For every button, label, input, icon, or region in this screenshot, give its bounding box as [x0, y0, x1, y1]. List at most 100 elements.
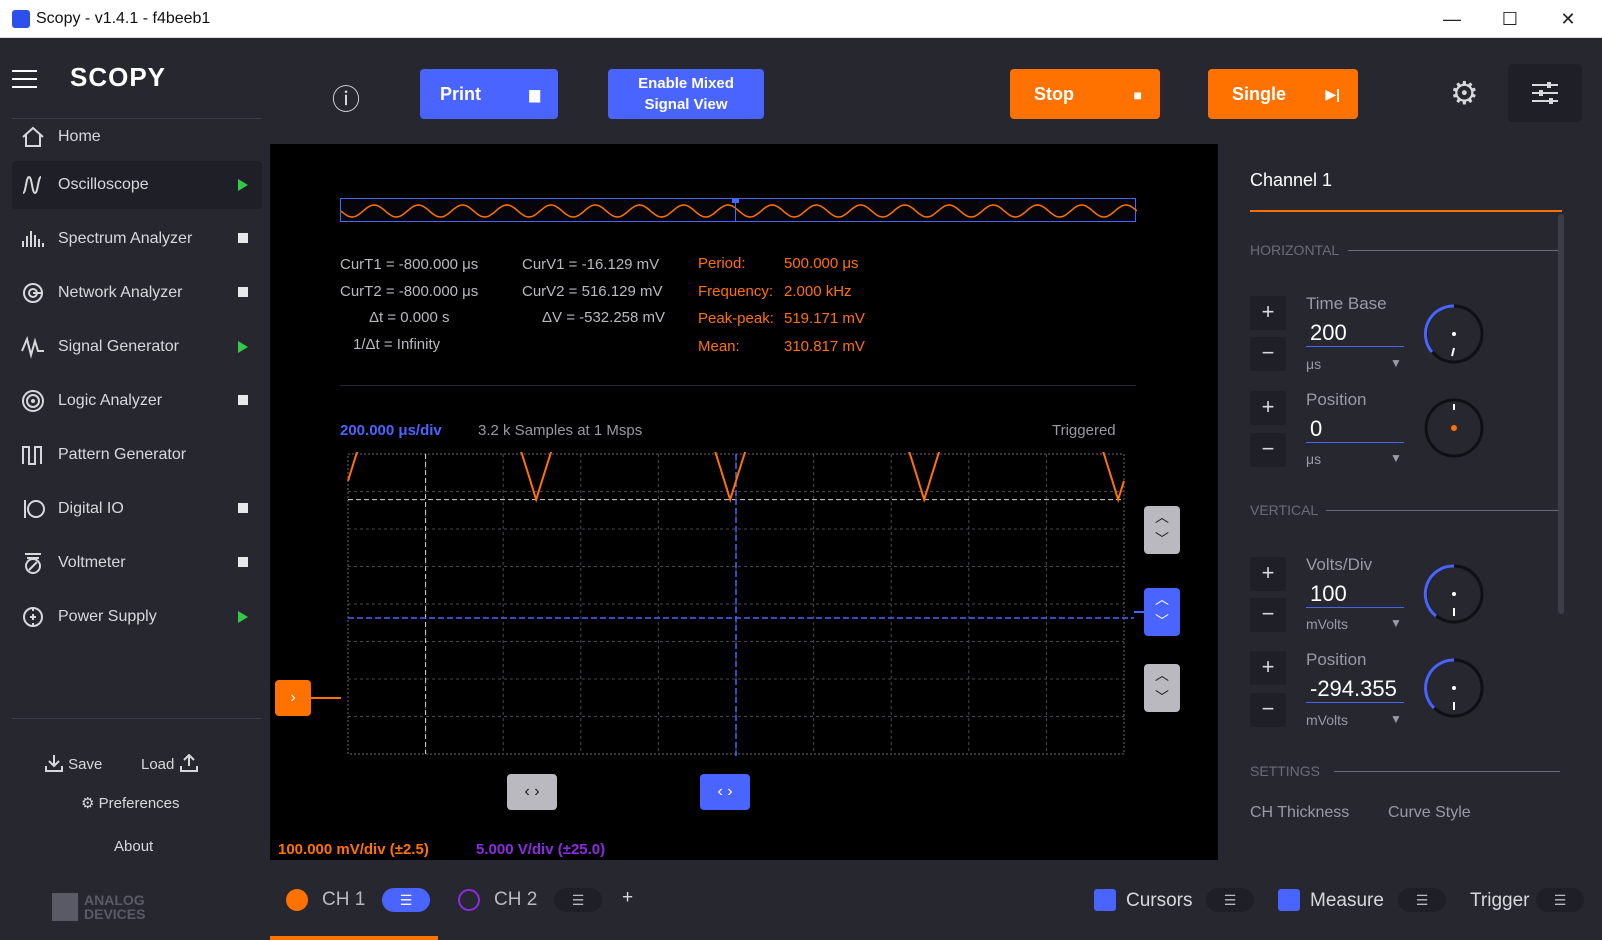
time-base-knob[interactable] [1422, 302, 1486, 366]
chevron-up-icon: ︿ [1155, 591, 1169, 607]
stopped-indicator[interactable] [238, 395, 248, 405]
chevron-down-icon[interactable]: ▼ [1390, 712, 1402, 726]
load-button[interactable]: Load [141, 753, 199, 773]
time-base-decrement-button[interactable]: − [1250, 337, 1286, 371]
spectrum-icon [22, 231, 44, 247]
single-button[interactable]: Single ▶| [1208, 69, 1358, 119]
trigger-settings-button[interactable]: ☰ [1536, 888, 1584, 912]
cursor-v1-handle[interactable]: ︿ ﹀ [1144, 506, 1180, 554]
h-position-increment-button[interactable]: + [1250, 391, 1286, 425]
scopy-app: Scopy - v1.4.1 - f4beeb1 — ☐ ✕ SCOPY Hom… [0, 0, 1602, 940]
ch1-offset-handle[interactable]: ︿ ﹀ [1144, 588, 1180, 636]
gear-icon: ⚙ [81, 795, 95, 812]
ch1-settings-button[interactable]: ☰ [382, 888, 430, 912]
sidebar-item-power-supply[interactable]: Power Supply [12, 593, 262, 641]
time-base-input[interactable]: 200 [1306, 320, 1404, 347]
menu-icon[interactable] [12, 70, 37, 88]
running-indicator[interactable] [238, 611, 248, 623]
stopped-indicator[interactable] [238, 233, 248, 243]
network-analyzer-icon [23, 283, 43, 303]
volts-div-input[interactable]: 100 [1306, 581, 1404, 608]
sidebar-item-voltmeter[interactable]: Voltmeter [12, 539, 262, 587]
sidebar-item-digital-io[interactable]: Digital IO [12, 485, 262, 533]
preferences-button[interactable]: ⚙ Preferences [81, 794, 180, 812]
stop-button[interactable]: Stop ■ [1010, 69, 1160, 119]
enable-mixed-signal-view-button[interactable]: Enable Mixed Signal View [608, 69, 764, 119]
sidebar-item-home[interactable]: Home [12, 113, 262, 161]
ch2-scale-label: 5.000 V/div (±25.0) [476, 841, 606, 858]
measure-label[interactable]: Measure [1310, 890, 1384, 912]
v-position-decrement-button[interactable]: − [1250, 693, 1286, 727]
sliders-icon [1532, 82, 1558, 104]
cursor-h-handle[interactable]: ‹ › [507, 774, 557, 810]
ch2-label[interactable]: CH 2 [494, 889, 537, 911]
info-icon[interactable]: ⓘ [332, 78, 360, 118]
sidebar-item-signal-generator[interactable]: Signal Generator [12, 323, 262, 371]
volts-div-unit[interactable]: mVolts [1306, 616, 1348, 632]
time-base-unit[interactable]: μs [1306, 356, 1321, 372]
stopped-indicator[interactable] [238, 557, 248, 567]
panel-title: Channel 1 [1250, 170, 1333, 190]
time-base-increment-button[interactable]: + [1250, 296, 1286, 330]
mean-label: Mean: [698, 338, 740, 355]
chevron-down-icon[interactable]: ▼ [1390, 451, 1402, 465]
close-button[interactable]: ✕ [1548, 4, 1588, 34]
sidebar-item-spectrum-analyzer[interactable]: Spectrum Analyzer [12, 215, 262, 263]
sidebar-item-network-analyzer[interactable]: Network Analyzer [12, 269, 262, 317]
settings-gear-icon[interactable]: ⚙ [1450, 74, 1479, 112]
volts-div-knob[interactable] [1422, 562, 1486, 626]
save-button[interactable]: Save [44, 754, 102, 773]
pattern-generator-icon [22, 446, 42, 465]
oscilloscope-plot[interactable] [346, 452, 1134, 756]
h-position-input[interactable]: 0 [1306, 416, 1404, 443]
overview-position-handle[interactable] [732, 198, 739, 203]
cursors-checkbox[interactable] [1094, 889, 1116, 911]
running-indicator[interactable] [238, 179, 248, 191]
about-button[interactable]: About [114, 838, 153, 855]
v-position-knob[interactable] [1422, 656, 1486, 720]
cursors-label[interactable]: Cursors [1126, 890, 1193, 912]
chevron-down-icon[interactable]: ▼ [1390, 616, 1402, 630]
trigger-position-handle[interactable]: ‹ › [700, 774, 750, 810]
maximize-button[interactable]: ☐ [1490, 4, 1530, 34]
sidebar-item-pattern-generator[interactable]: Pattern Generator [12, 431, 262, 479]
volts-div-increment-button[interactable]: + [1250, 557, 1286, 591]
ch1-label[interactable]: CH 1 [322, 889, 365, 911]
print-button[interactable]: Print ▆ [420, 69, 558, 119]
plot-area: CurT1 = -800.000 μs CurT2 = -800.000 μs … [270, 144, 1218, 860]
v-position-unit[interactable]: mVolts [1306, 712, 1348, 728]
period-label: Period: [698, 255, 746, 272]
ch2-settings-button[interactable]: ☰ [554, 888, 602, 912]
trigger-label[interactable]: Trigger [1470, 890, 1529, 912]
vertical-section-label: VERTICAL [1250, 502, 1319, 518]
add-channel-button[interactable]: + [622, 887, 633, 909]
chevron-down-icon[interactable]: ▼ [1390, 356, 1402, 370]
running-indicator[interactable] [238, 341, 248, 353]
h-position-decrement-button[interactable]: − [1250, 433, 1286, 467]
cursors-settings-button[interactable]: ☰ [1206, 888, 1254, 912]
measure-checkbox[interactable] [1278, 889, 1300, 911]
buffer-overview[interactable] [340, 198, 1137, 222]
stopped-indicator[interactable] [238, 503, 248, 513]
h-position-unit[interactable]: μs [1306, 451, 1321, 467]
overview-waveform [341, 204, 1137, 218]
trigger-level-handle[interactable]: › [275, 680, 311, 716]
minimize-button[interactable]: — [1432, 4, 1472, 34]
general-settings-button[interactable] [1508, 64, 1582, 122]
volts-div-decrement-button[interactable]: − [1250, 598, 1286, 632]
v-position-input[interactable]: -294.355 [1306, 676, 1404, 703]
sidebar-item-oscilloscope[interactable]: Oscilloscope [12, 161, 262, 209]
panel-scrollbar[interactable] [1558, 214, 1564, 614]
sliders-icon: ☰ [1415, 892, 1429, 908]
preferences-label: Preferences [98, 795, 180, 812]
v-position-increment-button[interactable]: + [1250, 651, 1286, 685]
load-label: Load [141, 756, 175, 773]
ch1-enable-toggle[interactable] [286, 889, 308, 911]
dv-readout: ΔV = -532.258 mV [542, 309, 666, 326]
cursor-v2-handle[interactable]: ︿ ﹀ [1144, 664, 1180, 712]
h-position-knob[interactable] [1422, 396, 1486, 460]
sidebar-item-logic-analyzer[interactable]: Logic Analyzer [12, 377, 262, 425]
stopped-indicator[interactable] [238, 287, 248, 297]
measure-settings-button[interactable]: ☰ [1398, 888, 1446, 912]
ch2-enable-toggle[interactable] [458, 889, 480, 911]
